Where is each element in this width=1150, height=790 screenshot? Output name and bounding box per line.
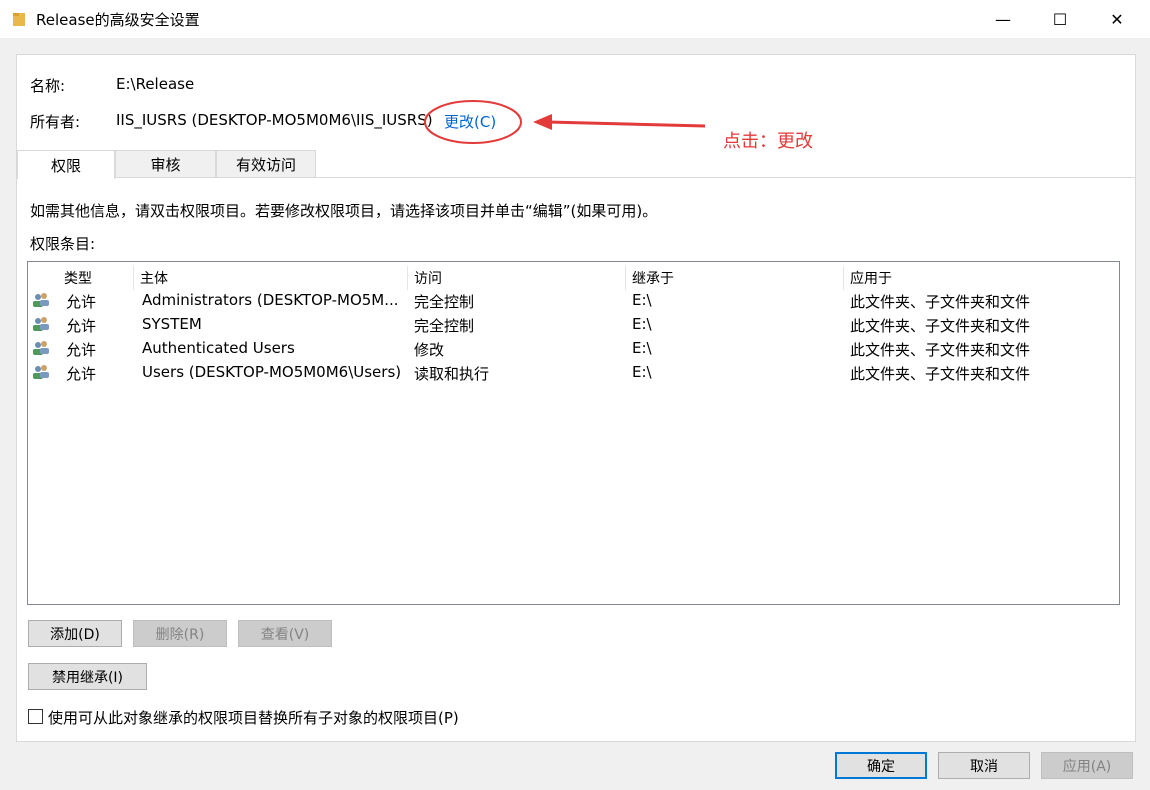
tab-divider [16, 177, 1136, 178]
button-label: 应用(A) [1062, 758, 1112, 775]
entry-access: 完全控制 [414, 293, 475, 311]
entry-access: 读取和执行 [414, 365, 490, 383]
permissions-hint: 如需其他信息，请双击权限项目。若要修改权限项目，请选择该项目并单击“编辑”(如果… [30, 202, 658, 220]
entry-applies-to: 此文件夹、子文件夹和文件 [850, 317, 1031, 335]
annotation-arrow-line [547, 120, 706, 128]
user-group-icon [33, 341, 49, 355]
ok-button[interactable]: 确定 [835, 752, 927, 779]
disable-inheritance-button[interactable]: 禁用继承(I) [28, 663, 147, 690]
replace-child-permissions-label: 使用可从此对象继承的权限项目替换所有子对象的权限项目(P) [48, 709, 459, 727]
permission-entries-list[interactable]: 类型 主体 访问 继承于 应用于 允许 Administrators (DESK… [27, 261, 1120, 605]
user-group-icon [33, 293, 49, 307]
owner-value: IIS_IUSRS (DESKTOP-MO5M0M6\IIS_IUSRS) [116, 111, 433, 129]
window-title: Release的高级安全设置 [36, 11, 200, 29]
entry-inherited-from: E:\ [632, 339, 652, 357]
replace-child-permissions-checkbox[interactable] [28, 709, 43, 724]
minimize-button[interactable]: — [980, 0, 1026, 38]
column-header-label: 继承于 [632, 271, 674, 287]
column-header-label: 类型 [64, 271, 92, 287]
table-row[interactable]: 允许 Administrators (DESKTOP-MO5M... 完全控制 … [28, 288, 1119, 312]
entry-inherited-from: E:\ [632, 363, 652, 381]
tab-label: 审核 [150, 155, 181, 174]
entry-principal: Administrators (DESKTOP-MO5M... [142, 291, 399, 309]
button-label: 禁用继承(I) [51, 669, 124, 686]
tab-permissions[interactable]: 权限 [17, 150, 115, 179]
entry-type: 允许 [66, 341, 97, 359]
user-group-icon [33, 365, 49, 379]
close-button[interactable]: ✕ [1094, 0, 1140, 38]
button-label: 取消 [970, 758, 998, 775]
column-header-access[interactable]: 访问 [408, 266, 626, 290]
entry-type: 允许 [66, 365, 97, 383]
maximize-icon: ☐ [1052, 9, 1068, 29]
button-label: 确定 [867, 758, 895, 775]
minimize-icon: — [995, 9, 1011, 29]
permission-entries-label: 权限条目: [30, 235, 96, 253]
cancel-button[interactable]: 取消 [938, 752, 1030, 779]
entry-type: 允许 [66, 317, 97, 335]
annotation-arrow-head [533, 114, 552, 130]
add-button[interactable]: 添加(D) [28, 620, 122, 647]
column-header-principal[interactable]: 主体 [134, 266, 408, 290]
table-row[interactable]: 允许 Users (DESKTOP-MO5M0M6\Users) 读取和执行 E… [28, 360, 1119, 384]
entry-applies-to: 此文件夹、子文件夹和文件 [850, 365, 1031, 383]
table-row[interactable]: 允许 Authenticated Users 修改 E:\ 此文件夹、子文件夹和… [28, 336, 1119, 360]
entry-access: 完全控制 [414, 317, 475, 335]
entry-applies-to: 此文件夹、子文件夹和文件 [850, 341, 1031, 359]
folder-icon [13, 13, 25, 26]
tab-effective-access[interactable]: 有效访问 [216, 150, 316, 178]
column-header-type[interactable]: 类型 [58, 266, 134, 290]
column-header-label: 主体 [140, 271, 168, 287]
remove-button[interactable]: 删除(R) [133, 620, 227, 647]
column-header-inherited-from[interactable]: 继承于 [626, 266, 844, 290]
annotation-overlay [424, 100, 706, 144]
entry-inherited-from: E:\ [632, 291, 652, 309]
tab-label: 权限 [50, 156, 81, 175]
apply-button[interactable]: 应用(A) [1041, 752, 1133, 779]
button-label: 删除(R) [155, 626, 205, 643]
user-group-icon [33, 317, 49, 331]
name-label: 名称: [30, 77, 66, 95]
tab-auditing[interactable]: 审核 [115, 150, 216, 178]
button-label: 查看(V) [260, 626, 310, 643]
maximize-button[interactable]: ☐ [1037, 0, 1083, 38]
annotation-circle [424, 100, 522, 144]
entry-applies-to: 此文件夹、子文件夹和文件 [850, 293, 1031, 311]
table-row[interactable]: 允许 SYSTEM 完全控制 E:\ 此文件夹、子文件夹和文件 [28, 312, 1119, 336]
close-icon: ✕ [1110, 9, 1124, 29]
entry-access: 修改 [414, 341, 445, 359]
name-value: E:\Release [116, 75, 195, 93]
owner-label: 所有者: [30, 113, 81, 131]
entry-type: 允许 [66, 293, 97, 311]
button-label: 添加(D) [50, 626, 100, 643]
annotation-text: 点击：更改 [723, 131, 813, 152]
view-button[interactable]: 查看(V) [238, 620, 332, 647]
column-header-label: 应用于 [850, 271, 892, 287]
entry-principal: Users (DESKTOP-MO5M0M6\Users) [142, 363, 402, 381]
column-header-label: 访问 [414, 271, 442, 287]
entry-principal: Authenticated Users [142, 339, 295, 357]
tab-label: 有效访问 [235, 155, 296, 174]
entry-principal: SYSTEM [142, 315, 202, 333]
column-header-applies-to[interactable]: 应用于 [844, 266, 1119, 290]
entry-inherited-from: E:\ [632, 315, 652, 333]
title-bar: Release的高级安全设置 — ☐ ✕ [0, 0, 1150, 38]
